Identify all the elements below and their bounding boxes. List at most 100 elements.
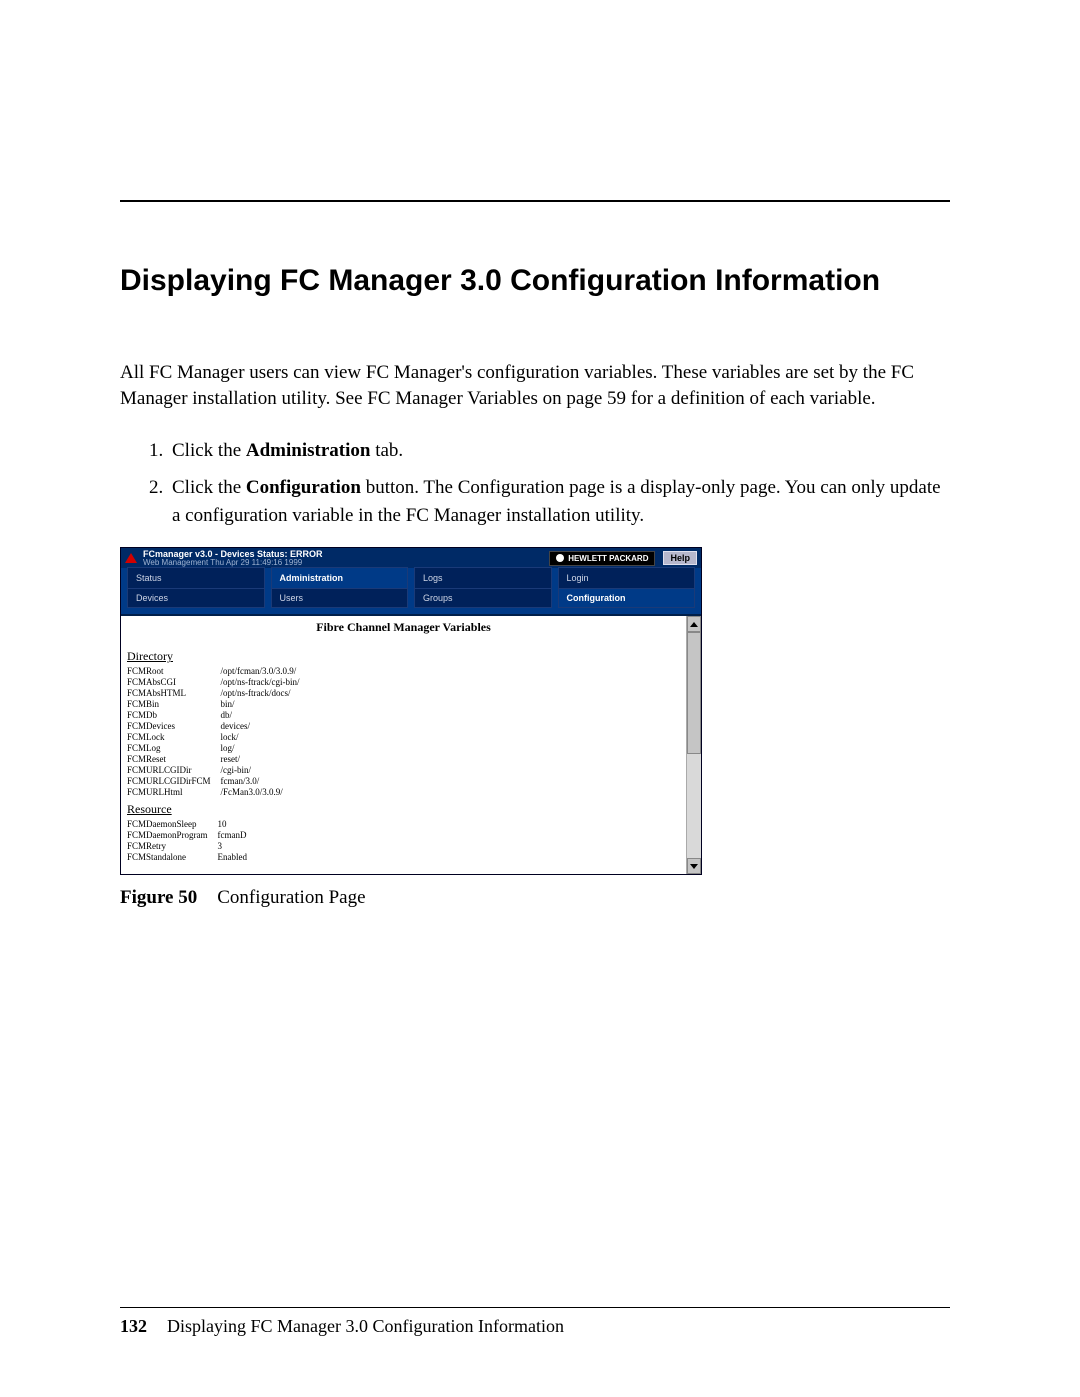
- tab-status[interactable]: Status: [127, 567, 265, 588]
- var-value: fcmanD: [218, 830, 258, 841]
- scrollbar[interactable]: [686, 616, 701, 874]
- step-1-pre: Click the: [172, 440, 246, 461]
- table-row: FCMAbsHTML/opt/ns-ftrack/docs/: [127, 688, 310, 699]
- help-button[interactable]: Help: [663, 551, 697, 565]
- hp-logo-icon: [556, 554, 564, 562]
- step-1-post: tab.: [370, 440, 403, 461]
- table-row: FCMBinbin/: [127, 699, 310, 710]
- content-area: Fibre Channel Manager Variables Director…: [121, 616, 701, 874]
- table-row: FCMURLCGIDir/cgi-bin/: [127, 765, 310, 776]
- tab-logs[interactable]: Logs: [414, 567, 552, 588]
- table-row: FCMRoot/opt/fcman/3.0/3.0.9/: [127, 666, 310, 677]
- group-heading: Directory: [127, 649, 680, 664]
- tab-login[interactable]: Login: [558, 567, 696, 588]
- footer-rule: [120, 1307, 950, 1308]
- chevron-up-icon: [690, 622, 698, 627]
- var-name: FCMDevices: [127, 721, 221, 732]
- step-2-bold: Configuration: [246, 477, 361, 498]
- var-value: 3: [218, 841, 258, 852]
- main-tab-row: Status AdministrationLogs Login: [121, 568, 701, 588]
- page-number: 132: [120, 1316, 147, 1336]
- intro-paragraph: All FC Manager users can view FC Manager…: [120, 360, 950, 413]
- table-row: FCMDaemonSleep10: [127, 819, 257, 830]
- table-row: FCMLocklock/: [127, 732, 310, 743]
- var-name: FCMStandalone: [127, 852, 218, 863]
- steps-list: Click the Administration tab. Click the …: [120, 437, 950, 530]
- tab-administration[interactable]: Administration: [271, 567, 409, 588]
- var-name: FCMDb: [127, 710, 221, 721]
- var-value: reset/: [221, 754, 310, 765]
- var-name: FCMDaemonSleep: [127, 819, 218, 830]
- page-footer: 132 Displaying FC Manager 3.0 Configurati…: [120, 1307, 950, 1337]
- var-name: FCMLog: [127, 743, 221, 754]
- table-row: FCMAbsCGI/opt/ns-ftrack/cgi-bin/: [127, 677, 310, 688]
- var-name: FCMURLCGIDir: [127, 765, 221, 776]
- table-row: FCMResetreset/: [127, 754, 310, 765]
- section-heading: Displaying FC Manager 3.0 Configuration …: [120, 262, 950, 300]
- sub-tab-row: Devices UsersGroups Configuration: [121, 588, 701, 616]
- step-2-pre: Click the: [172, 477, 246, 498]
- var-name: FCMURLCGIDirFCM: [127, 776, 221, 787]
- var-value: Enabled: [218, 852, 258, 863]
- step-1-bold: Administration: [246, 440, 371, 461]
- var-value: 10: [218, 819, 258, 830]
- var-name: FCMURLHtml: [127, 787, 221, 798]
- variables-table: FCMRoot/opt/fcman/3.0/3.0.9/FCMAbsCGI/op…: [127, 666, 310, 798]
- variables-table: FCMDaemonSleep10FCMDaemonProgramfcmanDFC…: [127, 819, 257, 863]
- var-value: devices/: [221, 721, 310, 732]
- var-name: FCMLock: [127, 732, 221, 743]
- var-name: FCMBin: [127, 699, 221, 710]
- var-value: /opt/ns-ftrack/cgi-bin/: [221, 677, 310, 688]
- table-row: FCMDaemonProgramfcmanD: [127, 830, 257, 841]
- content-title: Fibre Channel Manager Variables: [127, 618, 680, 645]
- var-name: FCMRoot: [127, 666, 221, 677]
- app-window: FCmanager v3.0 - Devices Status: ERROR W…: [120, 547, 702, 875]
- var-value: fcman/3.0/: [221, 776, 310, 787]
- title-line2: Web Management Thu Apr 29 11:49:16 1999: [143, 559, 323, 567]
- table-row: FCMLoglog/: [127, 743, 310, 754]
- figure-screenshot: FCmanager v3.0 - Devices Status: ERROR W…: [120, 547, 700, 909]
- var-name: FCMDaemonProgram: [127, 830, 218, 841]
- footer-text: Displaying FC Manager 3.0 Configuration …: [167, 1316, 564, 1336]
- warning-icon: [125, 553, 137, 563]
- hp-logo: HEWLETT PACKARD: [549, 551, 655, 566]
- var-value: /FcMan3.0/3.0.9/: [221, 787, 310, 798]
- var-name: FCMRetry: [127, 841, 218, 852]
- table-row: FCMDbdb/: [127, 710, 310, 721]
- figure-label: Figure 50: [120, 887, 197, 908]
- step-2: Click the Configuration button. The Conf…: [168, 474, 950, 529]
- figure-caption-text: Configuration Page: [217, 887, 365, 908]
- scroll-thumb[interactable]: [687, 632, 701, 754]
- group-heading: Resource: [127, 802, 680, 817]
- table-row: FCMDevicesdevices/: [127, 721, 310, 732]
- chevron-down-icon: [690, 864, 698, 869]
- table-row: FCMRetry3: [127, 841, 257, 852]
- table-row: FCMURLCGIDirFCMfcman/3.0/: [127, 776, 310, 787]
- var-value: log/: [221, 743, 310, 754]
- content-scroll: Fibre Channel Manager Variables Director…: [121, 616, 686, 874]
- hp-logo-text: HEWLETT PACKARD: [568, 554, 648, 563]
- subtab-configuration[interactable]: Configuration: [558, 588, 696, 608]
- title-text: FCmanager v3.0 - Devices Status: ERROR W…: [143, 550, 323, 567]
- subtab-users[interactable]: Users: [271, 588, 409, 608]
- app-titlebar: FCmanager v3.0 - Devices Status: ERROR W…: [121, 548, 701, 568]
- top-rule: [120, 200, 950, 202]
- scroll-track[interactable]: [687, 632, 701, 858]
- step-1: Click the Administration tab.: [168, 437, 950, 465]
- figure-caption: Figure 50 Configuration Page: [120, 887, 700, 909]
- var-value: /opt/fcman/3.0/3.0.9/: [221, 666, 310, 677]
- var-name: FCMReset: [127, 754, 221, 765]
- scroll-down-button[interactable]: [687, 858, 701, 874]
- subtab-groups[interactable]: Groups: [414, 588, 552, 608]
- var-value: bin/: [221, 699, 310, 710]
- var-name: FCMAbsCGI: [127, 677, 221, 688]
- var-value: /opt/ns-ftrack/docs/: [221, 688, 310, 699]
- var-name: FCMAbsHTML: [127, 688, 221, 699]
- table-row: FCMURLHtml/FcMan3.0/3.0.9/: [127, 787, 310, 798]
- var-value: db/: [221, 710, 310, 721]
- var-value: /cgi-bin/: [221, 765, 310, 776]
- subtab-devices[interactable]: Devices: [127, 588, 265, 608]
- scroll-up-button[interactable]: [687, 616, 701, 632]
- table-row: FCMStandaloneEnabled: [127, 852, 257, 863]
- var-value: lock/: [221, 732, 310, 743]
